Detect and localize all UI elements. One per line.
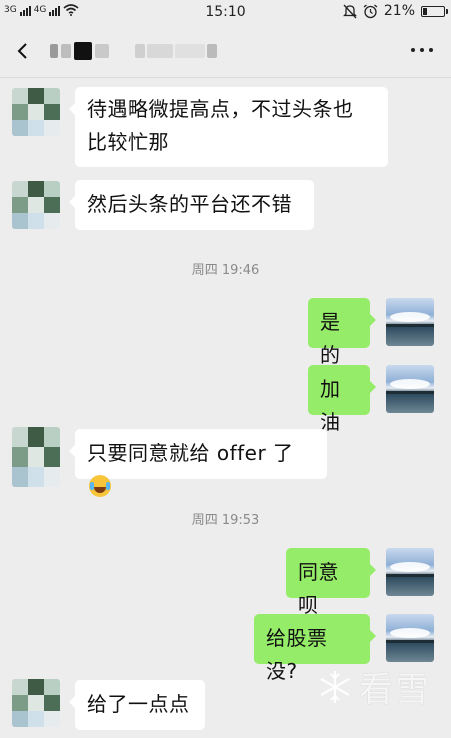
contact-avatar[interactable] (12, 427, 60, 487)
tears-of-joy-emoji-icon (89, 475, 111, 497)
chat-header (0, 26, 451, 78)
my-avatar[interactable] (386, 614, 434, 662)
name-blur-1 (50, 42, 109, 60)
watermark-text: 看雪 (359, 670, 431, 710)
message-row-incoming: 只要同意就给 offer 了 (0, 427, 451, 497)
message-text: 比较忙那 (87, 130, 169, 154)
message-bubble[interactable]: 然后头条的平台还不错 (69, 180, 314, 230)
my-avatar[interactable] (386, 365, 434, 413)
message-text: 给了一点点 (87, 692, 190, 716)
contact-avatar[interactable] (12, 181, 60, 229)
message-bubble[interactable]: 加油 (308, 365, 376, 434)
message-row-incoming: 待遇略微提高点，不过头条也 比较忙那 (0, 79, 451, 169)
message-bubble[interactable]: 是的 (308, 298, 376, 367)
message-bubble[interactable]: 给了一点点 (69, 680, 205, 730)
message-row-outgoing: 给股票没? (0, 613, 451, 683)
message-text: 是的 (320, 310, 341, 367)
battery-icon (421, 5, 448, 17)
message-row-outgoing: 是的 (0, 297, 451, 367)
my-avatar[interactable] (386, 548, 434, 596)
battery-percent: 21% (383, 3, 415, 19)
message-text: 待遇略微提高点，不过头条也 (87, 97, 354, 121)
back-arrow-icon[interactable] (12, 40, 34, 62)
mute-bell-icon (342, 4, 357, 18)
message-bubble[interactable]: 同意呗 (286, 548, 376, 617)
watermark: 看雪 (317, 662, 431, 711)
status-right: 21% (342, 3, 448, 19)
name-blur-2 (135, 44, 217, 58)
message-bubble[interactable]: 待遇略微提高点，不过头条也 比较忙那 (69, 87, 388, 167)
alarm-clock-icon (363, 3, 378, 18)
contact-avatar[interactable] (12, 679, 60, 727)
contact-avatar[interactable] (12, 88, 60, 136)
contact-name-redacted (50, 36, 217, 66)
snowflake-logo-icon (320, 670, 350, 703)
message-row-outgoing: 加油 (0, 364, 451, 434)
my-avatar[interactable] (386, 298, 434, 346)
message-row-incoming: 然后头条的平台还不错 (0, 179, 451, 239)
message-text: 然后头条的平台还不错 (87, 192, 292, 216)
message-list[interactable]: 待遇略微提高点，不过头条也 比较忙那 然后头条的平台还不错 周四 19:46 是… (0, 79, 451, 738)
timestamp: 周四 19:46 (191, 263, 260, 278)
message-text: 只要同意就给 offer 了 (87, 441, 294, 465)
status-bar: 3G 4G 15:10 21% (0, 0, 451, 26)
message-bubble[interactable]: 给股票没? (254, 614, 376, 683)
more-options-icon[interactable] (411, 48, 433, 52)
timestamp: 周四 19:53 (191, 513, 260, 528)
message-bubble[interactable]: 只要同意就给 offer 了 (69, 429, 327, 497)
message-row-outgoing: 同意呗 (0, 547, 451, 617)
message-text: 加油 (320, 377, 341, 434)
message-text: 同意呗 (298, 560, 339, 617)
